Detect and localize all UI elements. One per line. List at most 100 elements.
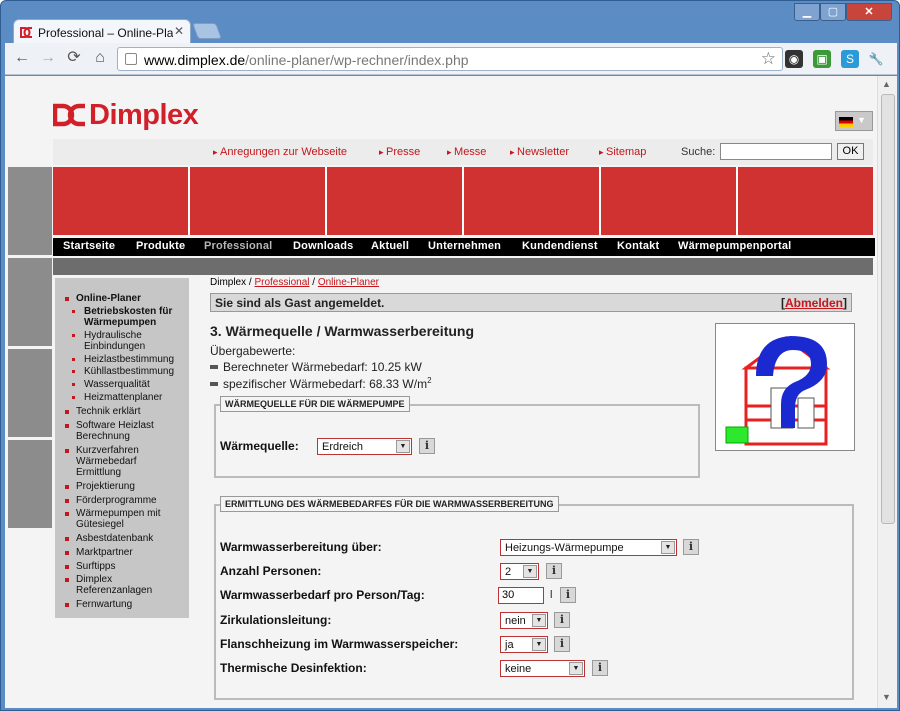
tab-close-icon[interactable]: ✕ bbox=[174, 24, 184, 38]
info-icon[interactable]: i bbox=[546, 563, 562, 579]
sidebar-item-software[interactable]: Software Heizlast bbox=[76, 421, 154, 431]
nav-downloads[interactable]: Downloads bbox=[293, 240, 353, 252]
nav-aktuell[interactable]: Aktuell bbox=[371, 240, 409, 252]
home-icon[interactable]: ⌂ bbox=[89, 47, 111, 69]
language-selector[interactable]: ▼ bbox=[835, 111, 873, 131]
top-link-presse[interactable]: Presse bbox=[379, 146, 420, 158]
login-status-text: Sie sind als Gast angemeldet. bbox=[215, 296, 385, 310]
hot-water-via-select[interactable]: Heizungs-Wärmepumpe ▼ bbox=[500, 539, 677, 556]
nav-waermepumpenportal[interactable]: Wärmepumpenportal bbox=[678, 240, 791, 252]
breadcrumb-root[interactable]: Dimplex bbox=[210, 277, 246, 288]
sidebar-item-technik[interactable]: Technik erklärt bbox=[76, 407, 140, 417]
nav-startseite[interactable]: Startseite bbox=[63, 240, 115, 252]
nav-unternehmen[interactable]: Unternehmen bbox=[428, 240, 501, 252]
browser-tab[interactable]: Professional – Online-Plan ✕ bbox=[13, 19, 191, 45]
heat-source-section: WÄRMEQUELLE FÜR DIE WÄRMEPUMPE Wärmequel… bbox=[214, 396, 700, 478]
wrench-menu-icon[interactable]: 🔧 bbox=[867, 50, 885, 68]
scroll-down-icon[interactable]: ▼ bbox=[882, 692, 891, 702]
sidebar-item-betriebskosten[interactable]: Betriebskosten für bbox=[84, 307, 172, 317]
search-input[interactable] bbox=[720, 143, 832, 160]
disinfection-label: Thermische Desinfektion: bbox=[220, 661, 367, 675]
bullet-icon bbox=[65, 297, 69, 301]
tab-strip: Professional – Online-Plan ✕ ▁ ▢ ✕ bbox=[1, 1, 899, 45]
extension-robot-icon[interactable]: ▣ bbox=[813, 50, 831, 68]
info-icon[interactable]: i bbox=[592, 660, 608, 676]
maximize-button[interactable]: ▢ bbox=[820, 3, 846, 21]
bullet-icon bbox=[65, 537, 69, 541]
sidebar-item-heizmatten[interactable]: Heizmattenplaner bbox=[84, 393, 162, 403]
persons-select[interactable]: 2 ▼ bbox=[500, 563, 539, 580]
sidebar-item-referenzanlagen[interactable]: Dimplex bbox=[76, 575, 112, 585]
search-ok-button[interactable]: OK bbox=[837, 143, 864, 160]
sidebar-item-guetesiegel-line2[interactable]: Gütesiegel bbox=[76, 520, 124, 530]
nav-kundendienst[interactable]: Kundendienst bbox=[522, 240, 598, 252]
circulation-select[interactable]: nein ▼ bbox=[500, 612, 548, 629]
top-link-anregungen[interactable]: Anregungen zur Webseite bbox=[213, 146, 347, 158]
sidebar-item-kurzverfahren[interactable]: Kurzverfahren bbox=[76, 446, 139, 456]
info-icon[interactable]: i bbox=[554, 636, 570, 652]
top-link-bar: Anregungen zur Webseite Presse Messe New… bbox=[53, 139, 873, 165]
forward-arrow-icon[interactable]: → bbox=[37, 47, 59, 69]
sidebar-item-software-line2[interactable]: Berechnung bbox=[76, 432, 130, 442]
sidebar-item-heizlast[interactable]: Heizlastbestimmung bbox=[84, 355, 174, 365]
scroll-thumb[interactable] bbox=[881, 94, 895, 524]
select-value: ja bbox=[505, 639, 514, 651]
top-link-newsletter[interactable]: Newsletter bbox=[510, 146, 569, 158]
sidebar-item-kurzverfahren-line3[interactable]: Ermittlung bbox=[76, 468, 121, 478]
banner-tile bbox=[738, 167, 873, 235]
water-demand-input[interactable]: 30 bbox=[498, 587, 544, 604]
bullet-icon bbox=[72, 396, 75, 399]
sidebar-item-online-planer[interactable]: Online-Planer bbox=[76, 294, 141, 304]
sidebar-item-foerderprogramme[interactable]: Förderprogramme bbox=[76, 496, 157, 506]
sidebar-item-wasserqualitaet[interactable]: Wasserqualität bbox=[84, 380, 150, 390]
new-tab-button[interactable] bbox=[192, 23, 222, 39]
info-icon[interactable]: i bbox=[683, 539, 699, 555]
unit-exponent: 2 bbox=[427, 376, 432, 385]
vertical-scrollbar[interactable]: ▲ ▼ bbox=[877, 76, 897, 708]
sidebar-item-kuehllast[interactable]: Kühllastbestimmung bbox=[84, 367, 174, 377]
sidebar-item-hydraulische-line2[interactable]: Einbindungen bbox=[84, 342, 145, 352]
nav-professional[interactable]: Professional bbox=[204, 240, 272, 252]
disinfection-select[interactable]: keine ▼ bbox=[500, 660, 585, 677]
close-window-button[interactable]: ✕ bbox=[846, 3, 892, 21]
chevron-down-icon: ▼ bbox=[857, 115, 866, 125]
url-path: /online-planer/wp-rechner/index.php bbox=[245, 52, 469, 68]
sidebar-item-guetesiegel[interactable]: Wärmepumpen mit bbox=[76, 509, 160, 519]
address-bar[interactable]: www.dimplex.de/online-planer/wp-rechner/… bbox=[117, 47, 783, 71]
top-link-messe[interactable]: Messe bbox=[447, 146, 486, 158]
nav-kontakt[interactable]: Kontakt bbox=[617, 240, 659, 252]
sidebar-item-betriebskosten-line2[interactable]: Wärmepumpen bbox=[84, 318, 156, 328]
sidebar-item-fernwartung[interactable]: Fernwartung bbox=[76, 600, 132, 610]
unit-liter: l bbox=[550, 589, 553, 601]
sidebar-item-kurzverfahren-line2[interactable]: Wärmebedarf bbox=[76, 457, 137, 467]
back-arrow-icon[interactable]: ← bbox=[11, 47, 33, 69]
extension-skype-icon[interactable]: S bbox=[841, 50, 859, 68]
info-icon[interactable]: i bbox=[419, 438, 435, 454]
sidebar-item-surftipps[interactable]: Surftipps bbox=[76, 562, 115, 572]
sidebar-item-marktpartner[interactable]: Marktpartner bbox=[76, 548, 133, 558]
bullet-icon bbox=[65, 603, 69, 607]
reload-icon[interactable]: ⟳ bbox=[63, 47, 85, 69]
heat-source-select[interactable]: Erdreich ▼ bbox=[317, 438, 412, 455]
login-status-bar: Sie sind als Gast angemeldet. [Abmelden] bbox=[210, 293, 852, 312]
decor-block bbox=[8, 258, 52, 346]
hot-water-section: ERMITTLUNG DES WÄRMEBEDARFES FÜR DIE WAR… bbox=[214, 496, 854, 700]
scroll-up-icon[interactable]: ▲ bbox=[882, 79, 891, 89]
info-icon[interactable]: i bbox=[560, 587, 576, 603]
info-icon[interactable]: i bbox=[554, 612, 570, 628]
bookmark-star-icon[interactable]: ☆ bbox=[761, 49, 776, 69]
sidebar-item-projektierung[interactable]: Projektierung bbox=[76, 482, 135, 492]
sidebar-item-referenzanlagen-line2[interactable]: Referenzanlagen bbox=[76, 586, 152, 596]
top-link-sitemap[interactable]: Sitemap bbox=[599, 146, 646, 158]
extension-mask-icon[interactable]: ◉ bbox=[785, 50, 803, 68]
bullet-icon bbox=[65, 449, 69, 453]
sidebar-item-hydraulische[interactable]: Hydraulische bbox=[84, 331, 142, 341]
nav-produkte[interactable]: Produkte bbox=[136, 240, 185, 252]
flange-heater-select[interactable]: ja ▼ bbox=[500, 636, 548, 653]
breadcrumb-professional[interactable]: Professional bbox=[254, 277, 309, 288]
logout-link[interactable]: Abmelden bbox=[785, 296, 843, 310]
dimplex-logo[interactable]: Dimplex bbox=[53, 99, 199, 132]
minimize-button[interactable]: ▁ bbox=[794, 3, 820, 21]
sidebar-item-asbest[interactable]: Asbestdatenbank bbox=[76, 534, 153, 544]
breadcrumb-online-planer[interactable]: Online-Planer bbox=[318, 277, 379, 288]
